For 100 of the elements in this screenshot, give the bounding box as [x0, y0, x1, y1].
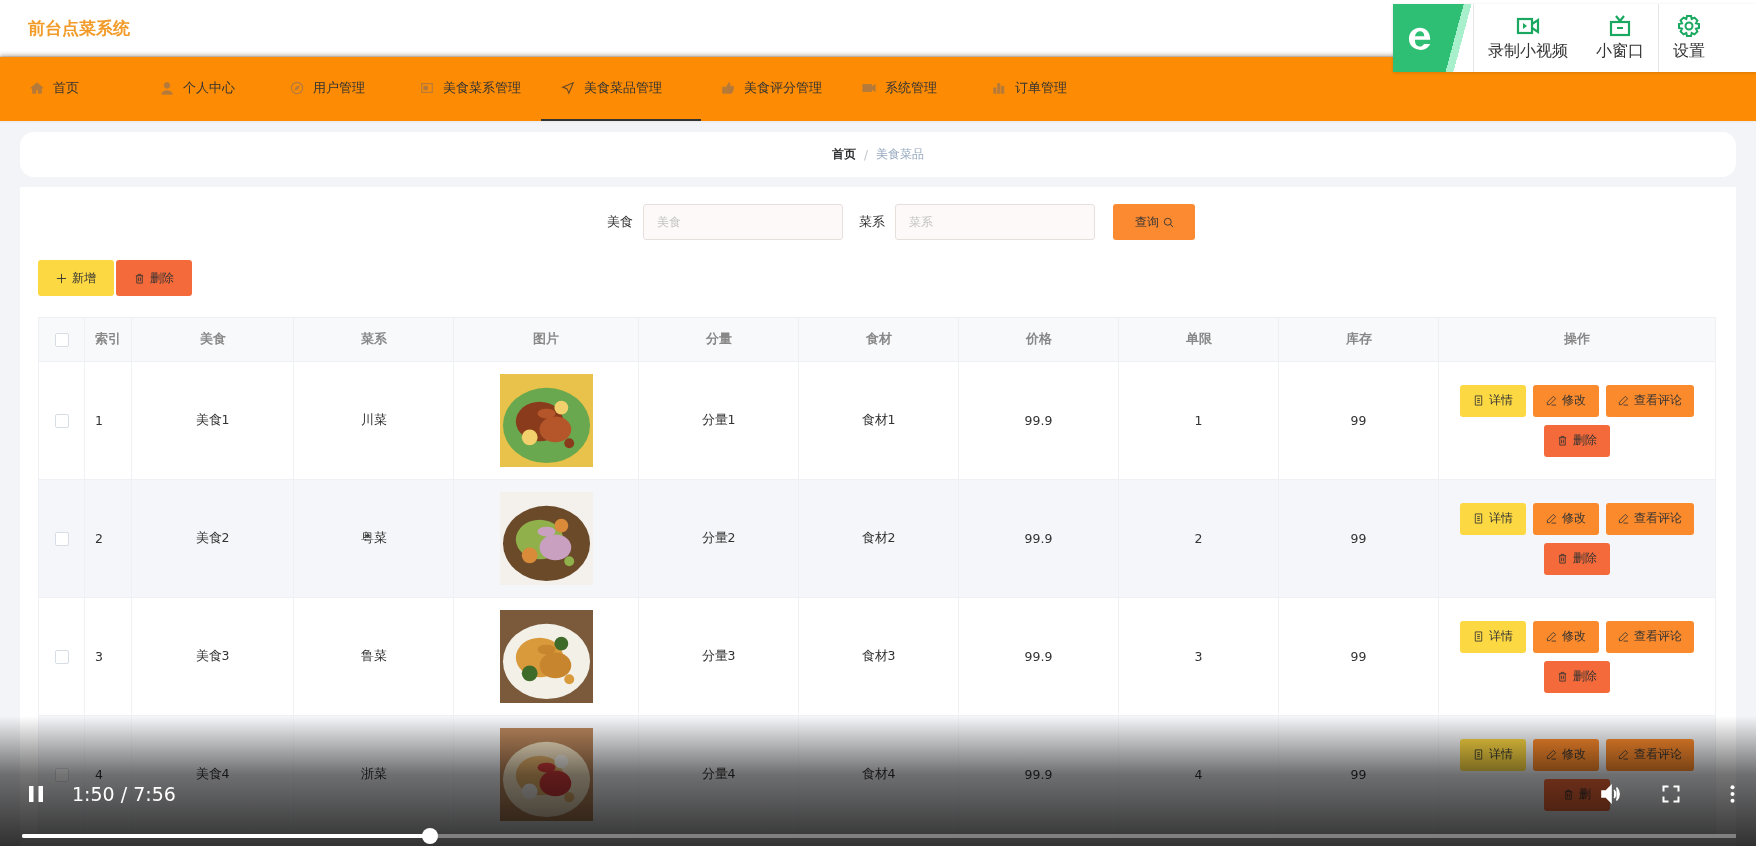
- column-header: 库存: [1345, 331, 1372, 346]
- compass-icon: [290, 81, 304, 95]
- delete-button[interactable]: 删除: [116, 260, 192, 296]
- column-header: 图片: [533, 331, 559, 346]
- document-icon: [1473, 631, 1484, 642]
- recorder-item[interactable]: 录制小视频: [1473, 4, 1582, 72]
- trash-icon: [1557, 435, 1568, 446]
- table-cell: 美食2: [195, 530, 230, 545]
- pencil-icon: [1546, 513, 1557, 524]
- table-cell: 食材2: [861, 530, 896, 545]
- delete-button[interactable]: 删除: [1544, 542, 1610, 575]
- comments-button[interactable]: 查看评论: [1606, 502, 1694, 535]
- plus-icon: [56, 272, 67, 284]
- table-cell: 1: [1194, 413, 1203, 428]
- detail-button[interactable]: 详情: [1460, 384, 1526, 417]
- table-cell: 分量4: [701, 766, 736, 781]
- table-cell: 浙菜: [360, 766, 387, 781]
- detail-button[interactable]: 详情: [1460, 502, 1526, 535]
- column-header: 单限: [1185, 331, 1212, 346]
- table-cell: 99.9: [1024, 531, 1053, 546]
- thumb-icon: [721, 81, 735, 95]
- document-icon: [1473, 395, 1484, 406]
- comments-button[interactable]: 查看评论: [1606, 738, 1694, 771]
- document-icon: [1473, 513, 1484, 524]
- home-icon: [30, 81, 44, 95]
- table-cell: 99.9: [1024, 413, 1053, 428]
- comments-button[interactable]: 查看评论: [1606, 620, 1694, 653]
- table-cell: 分量3: [701, 648, 736, 663]
- row-checkbox[interactable]: [54, 650, 69, 665]
- pencil-icon: [1618, 631, 1629, 642]
- fullscreen-icon[interactable]: [1661, 784, 1681, 804]
- search-button[interactable]: 查询: [1113, 204, 1195, 240]
- table-cell: 99: [1350, 413, 1367, 428]
- table-cell: 鲁菜: [360, 648, 387, 663]
- nav-item[interactable]: 美食菜系管理: [400, 57, 541, 121]
- edit-button[interactable]: 修改: [1533, 502, 1599, 535]
- search-label: 美食: [607, 213, 633, 231]
- table-cell: 99: [1350, 767, 1367, 782]
- column-header: 索引: [95, 331, 121, 346]
- recorder-item[interactable]: 小窗口: [1582, 4, 1658, 72]
- edit-button[interactable]: 修改: [1533, 620, 1599, 653]
- edit-button[interactable]: 修改: [1533, 738, 1599, 771]
- delete-button[interactable]: 删除: [1544, 660, 1610, 693]
- user-icon: [160, 81, 174, 95]
- table-cell: 99.9: [1024, 767, 1053, 782]
- trash-icon: [1557, 553, 1568, 564]
- table-cell: 2: [95, 531, 103, 546]
- table-cell: 食材3: [861, 648, 896, 663]
- recorder-item[interactable]: 设置: [1658, 4, 1719, 72]
- edit-button[interactable]: 修改: [1533, 384, 1599, 417]
- table-cell: 3: [95, 649, 103, 664]
- pencil-icon: [1546, 749, 1557, 760]
- nav-item[interactable]: 系统管理: [842, 57, 972, 121]
- pause-button[interactable]: [26, 784, 46, 804]
- comments-button[interactable]: 查看评论: [1606, 384, 1694, 417]
- select-all-checkbox[interactable]: [54, 333, 69, 348]
- nav-item[interactable]: 用户管理: [270, 57, 400, 121]
- camera-icon: [862, 81, 876, 95]
- nav-item[interactable]: 美食评分管理: [701, 57, 842, 121]
- detail-button[interactable]: 详情: [1460, 620, 1526, 653]
- trash-icon: [1563, 789, 1574, 800]
- row-checkbox[interactable]: [54, 768, 69, 783]
- table-cell: 分量1: [701, 412, 736, 427]
- playback-time: 1:50 / 7:56: [72, 783, 176, 805]
- pencil-icon: [1546, 395, 1557, 406]
- nav-item[interactable]: 订单管理: [972, 57, 1102, 121]
- pencil-icon: [1618, 513, 1629, 524]
- table-cell: 川菜: [360, 412, 387, 427]
- add-button[interactable]: 新增: [38, 260, 114, 296]
- pencil-icon: [1618, 395, 1629, 406]
- card-icon: [420, 81, 434, 95]
- table-cell: 99.9: [1024, 649, 1053, 664]
- column-header: 分量: [705, 331, 732, 346]
- more-options-icon[interactable]: [1729, 784, 1736, 804]
- row-checkbox[interactable]: [54, 532, 69, 547]
- detail-button[interactable]: 详情: [1460, 738, 1526, 771]
- delete-button[interactable]: 删除: [1544, 424, 1610, 457]
- app-title: 前台点菜系统: [28, 16, 130, 40]
- nav-item[interactable]: 首页: [10, 57, 140, 121]
- table-cell: 4: [1194, 767, 1203, 782]
- pointer-icon: [561, 81, 575, 95]
- nav-item[interactable]: 个人中心: [140, 57, 270, 121]
- document-icon: [1473, 749, 1484, 760]
- table-cell: 分量2: [701, 530, 736, 545]
- column-header: 菜系: [360, 331, 387, 346]
- column-header: 食材: [865, 331, 892, 346]
- table-cell: 3: [1194, 649, 1203, 664]
- table-cell: 美食1: [195, 412, 230, 427]
- table-cell: 粤菜: [360, 530, 387, 545]
- breadcrumb-link[interactable]: 首页: [831, 146, 856, 163]
- bars-icon: [992, 81, 1006, 95]
- column-header: 美食: [199, 331, 226, 346]
- row-checkbox[interactable]: [54, 414, 69, 429]
- table-cell: 美食3: [195, 648, 230, 663]
- column-header: 操作: [1564, 331, 1590, 346]
- volume-icon[interactable]: [1599, 782, 1623, 806]
- nav-item[interactable]: 美食菜品管理: [541, 57, 701, 121]
- table-cell: 2: [1194, 531, 1203, 546]
- column-header: 价格: [1025, 331, 1052, 346]
- table-cell: 食材1: [861, 412, 896, 427]
